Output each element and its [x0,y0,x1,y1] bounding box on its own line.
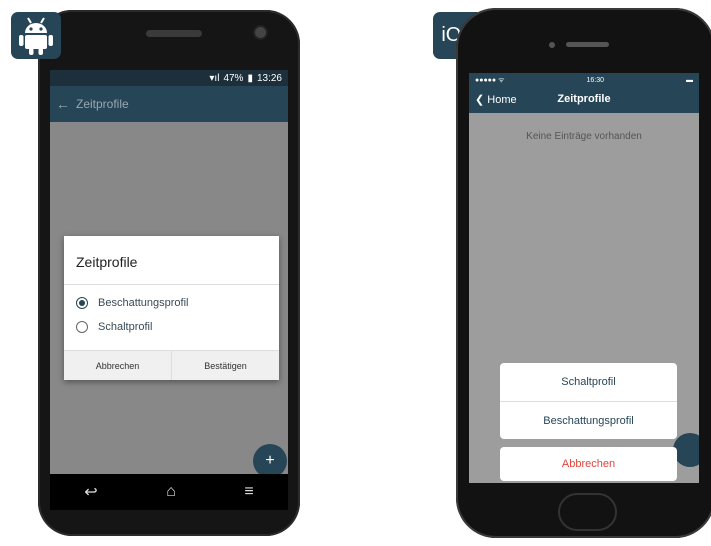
android-nav-bar: ↩ ⌂ ≡ [50,474,288,510]
battery-icon: ▬ [685,76,693,84]
action-schaltprofil[interactable]: Schaltprofil [500,363,677,401]
cancel-button[interactable]: Abbrechen [64,350,171,380]
dialog-buttons: Abbrechen Bestätigen [64,350,279,380]
ios-nav-bar: ❮ Home Zeitprofile [469,87,699,113]
action-beschattungsprofil[interactable]: Beschattungsprofil [500,401,677,440]
back-arrow-icon[interactable]: ← [50,96,76,112]
battery-icon: ▮ [247,72,253,84]
status-time: 13:26 [256,72,282,84]
option-label: Beschattungsprofil [98,297,189,309]
option-label: Schaltprofil [98,321,153,333]
ios-phone: ●●●●● ᯤ 16:30 ▬ ❮ Home Zeitprofile Keine… [456,8,711,538]
action-sheet: Schaltprofil Beschattungsprofil [500,363,677,439]
android-screen: ▾ıl 47% ▮ 13:26 ← Zeitprofile Zeitprofil… [50,70,288,474]
android-phone: ▾ıl 47% ▮ 13:26 ← Zeitprofile Zeitprofil… [38,10,300,536]
home-button[interactable] [558,493,617,531]
wifi-signal-icon: ▾ıl [209,72,220,84]
phone-camera [255,27,266,38]
home-icon[interactable]: ⌂ [166,483,176,501]
ios-screen: ●●●●● ᯤ 16:30 ▬ ❮ Home Zeitprofile Keine… [469,73,699,483]
cancel-button[interactable]: Abbrechen [500,447,677,481]
profile-type-dialog: Zeitprofile Beschattungsprofil Schaltpro… [64,236,279,380]
back-icon[interactable]: ↩ [84,482,97,502]
signal-icon: ●●●●● ᯤ [475,76,505,84]
nav-title: Zeitprofile [557,93,611,105]
app-bar-title: Zeitprofile [76,97,129,111]
menu-icon[interactable]: ≡ [244,483,253,501]
plus-icon[interactable]: + [253,444,287,474]
battery-level: 47% [223,72,244,84]
phone-camera [549,42,555,48]
dialog-title: Zeitprofile [76,254,138,270]
radio-selected-icon[interactable] [76,297,88,309]
status-time: 16:30 [586,76,604,84]
phone-speaker [566,42,609,47]
android-status-bar: ▾ıl 47% ▮ 13:26 [50,70,288,86]
confirm-button[interactable]: Bestätigen [171,350,279,380]
ios-status-bar: ●●●●● ᯤ 16:30 ▬ [469,73,699,87]
phone-speaker [146,30,202,37]
radio-unselected-icon[interactable] [76,321,88,333]
android-app-bar: ← Zeitprofile [50,86,288,122]
option-schaltprofil[interactable]: Schaltprofil [64,315,279,339]
option-beschattungsprofil[interactable]: Beschattungsprofil [64,291,279,315]
android-logo-icon [11,12,61,59]
empty-state-text: Keine Einträge vorhanden [526,131,642,142]
